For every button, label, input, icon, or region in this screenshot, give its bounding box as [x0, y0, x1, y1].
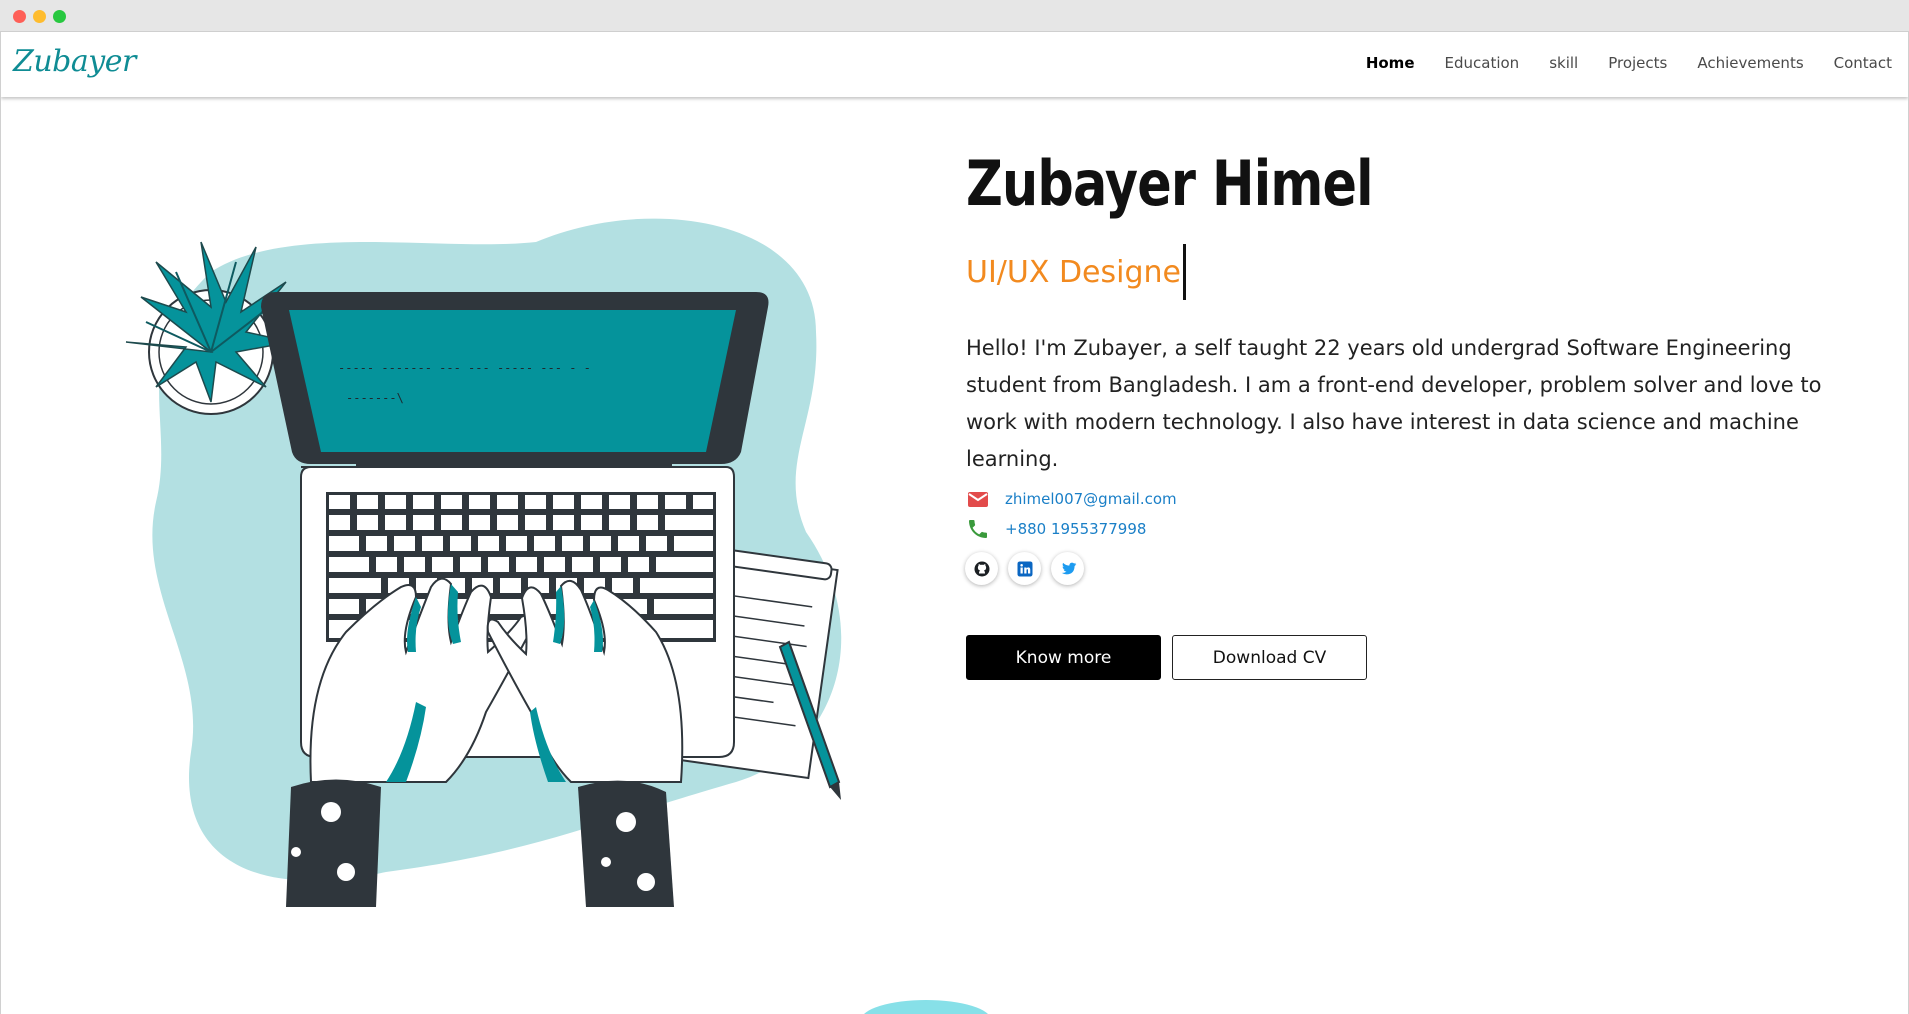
nav-link-home[interactable]: Home	[1366, 54, 1415, 72]
minimize-window-button[interactable]	[33, 10, 46, 23]
svg-text:-------\: -------\	[346, 391, 404, 405]
logo[interactable]: Zubayer	[13, 44, 136, 79]
github-icon	[974, 561, 989, 576]
hero-bio: Hello! I'm Zubayer, a self taught 22 yea…	[966, 336, 1822, 471]
nav-link-projects[interactable]: Projects	[1608, 54, 1667, 72]
window-titlebar	[0, 0, 1909, 32]
email-row: zhimel007@gmail.com	[966, 487, 1177, 511]
navbar: Zubayer Home Education skill Projects Ac…	[1, 32, 1908, 97]
social-links	[965, 552, 1094, 585]
hero-role: UI/UX Designe	[966, 244, 1186, 300]
email-link[interactable]: zhimel007@gmail.com	[1005, 490, 1177, 508]
phone-icon	[969, 520, 987, 538]
phone-row: +880 1955377998	[966, 517, 1146, 541]
hero-name: Zubayer Himel	[966, 147, 1374, 220]
github-link[interactable]	[965, 552, 998, 585]
know-more-button[interactable]: Know more	[966, 635, 1161, 680]
close-window-button[interactable]	[13, 10, 26, 23]
nav-link-skill[interactable]: skill	[1549, 54, 1578, 72]
twitter-link[interactable]	[1051, 552, 1084, 585]
nav-link-education[interactable]: Education	[1445, 54, 1520, 72]
maximize-window-button[interactable]	[53, 10, 66, 23]
phone-link[interactable]: +880 1955377998	[1005, 520, 1146, 538]
main-nav: Home Education skill Projects Achievemen…	[1336, 54, 1892, 72]
typing-cursor	[1183, 244, 1186, 300]
svg-text:----- ------- --- --- -----: ----- ------- --- --- ----- --- - -	[338, 361, 591, 375]
next-section-blob	[861, 1000, 991, 1014]
page: Zubayer Home Education skill Projects Ac…	[0, 32, 1909, 1014]
hero-role-text: UI/UX Designe	[966, 254, 1181, 290]
nav-link-achievements[interactable]: Achievements	[1697, 54, 1803, 72]
mail-icon	[968, 492, 988, 507]
linkedin-link[interactable]	[1008, 552, 1041, 585]
linkedin-icon	[1017, 561, 1032, 576]
nav-link-contact[interactable]: Contact	[1834, 54, 1892, 72]
download-cv-button[interactable]: Download CV	[1172, 635, 1367, 680]
hero-illustration: ----- ------- --- --- ----- --- - - ----…	[125, 218, 842, 907]
twitter-icon	[1061, 562, 1076, 574]
